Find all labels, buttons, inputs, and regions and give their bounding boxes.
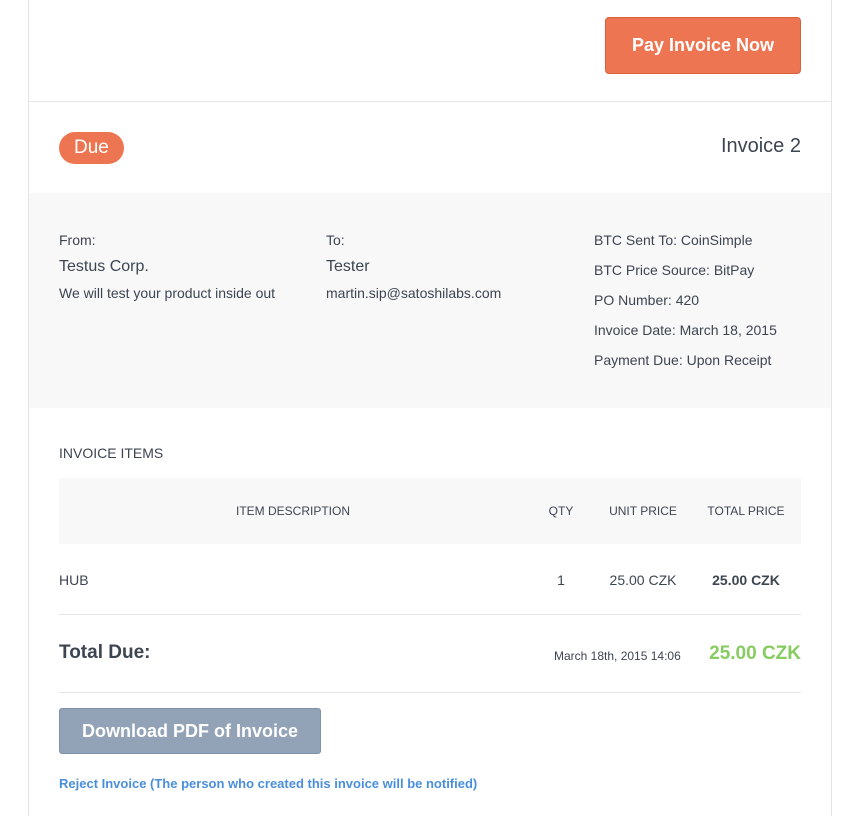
btc-price-source: BTC Price Source: BitPay bbox=[594, 262, 755, 278]
invoice-meta-section: BTC Sent To: CoinSimple BTC Price Source… bbox=[594, 231, 814, 381]
po-number: PO Number: 420 bbox=[594, 292, 700, 308]
column-header-total-price: TOTAL PRICE bbox=[707, 504, 785, 518]
invoice-items-title: INVOICE ITEMS bbox=[59, 445, 164, 461]
status-badge: Due bbox=[59, 132, 124, 164]
invoice-date: Invoice Date: March 18, 2015 bbox=[594, 322, 777, 338]
invoice-card: Pay Invoice Now Due Invoice 2 From: Test… bbox=[28, 0, 832, 816]
item-total-price: 25.00 CZK bbox=[712, 571, 780, 588]
total-due-amount: 25.00 CZK bbox=[709, 643, 801, 664]
from-label: From: bbox=[59, 232, 96, 248]
item-qty: 1 bbox=[557, 571, 565, 588]
from-name: Testus Corp. bbox=[59, 258, 149, 275]
total-due-label: Total Due: bbox=[59, 642, 151, 663]
to-email: martin.sip@satoshilabs.com bbox=[326, 285, 502, 301]
column-header-description: ITEM DESCRIPTION bbox=[235, 504, 350, 518]
table-row: HUB 1 25.00 CZK 25.00 CZK bbox=[59, 545, 801, 615]
items-table-header: ITEM DESCRIPTION QTY UNIT PRICE TOTAL PR… bbox=[59, 478, 801, 544]
to-label: To: bbox=[326, 232, 345, 248]
invoice-number: Invoice 2 bbox=[720, 135, 801, 157]
item-unit-price: 25.00 CZK bbox=[609, 571, 677, 588]
payment-due: Payment Due: Upon Receipt bbox=[594, 352, 772, 368]
invoice-info-panel: From: Testus Corp. We will test your pro… bbox=[29, 193, 831, 408]
from-section: From: Testus Corp. We will test your pro… bbox=[59, 231, 279, 303]
total-due-date: March 18th, 2015 14:06 bbox=[554, 649, 681, 663]
invoice-status-row: Due Invoice 2 bbox=[29, 102, 831, 193]
to-section: To: Tester martin.sip@satoshilabs.com bbox=[326, 231, 546, 303]
pay-invoice-button[interactable]: Pay Invoice Now bbox=[605, 17, 801, 74]
invoice-top-bar: Pay Invoice Now bbox=[29, 0, 831, 102]
item-description: HUB bbox=[59, 571, 89, 588]
btc-sent-to: BTC Sent To: CoinSimple bbox=[594, 232, 753, 248]
total-due-row: Total Due: March 18th, 2015 14:06 25.00 … bbox=[59, 615, 801, 693]
from-description: We will test your product inside out bbox=[59, 285, 276, 301]
reject-invoice-link[interactable]: Reject Invoice (The person who created t… bbox=[59, 776, 477, 791]
download-pdf-button[interactable]: Download PDF of Invoice bbox=[59, 708, 321, 754]
to-name: Tester bbox=[326, 258, 370, 275]
column-header-unit-price: UNIT PRICE bbox=[609, 504, 677, 518]
column-header-qty: QTY bbox=[548, 504, 574, 518]
